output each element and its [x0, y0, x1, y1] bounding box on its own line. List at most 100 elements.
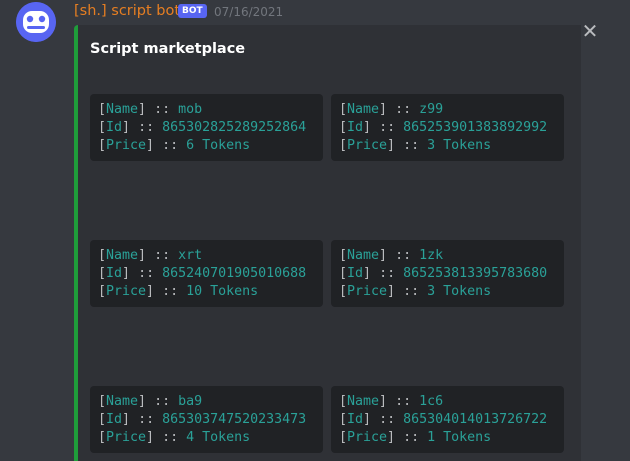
bracket-close: ] — [363, 412, 372, 427]
field-separator: :: — [138, 412, 155, 427]
item-price: 3 Tokens — [427, 284, 492, 299]
item-id: 865303747520233473 — [162, 412, 307, 427]
bracket-open: [ — [98, 138, 107, 153]
item-name: 1c6 — [419, 394, 444, 409]
item-field-price: [Price] :: 1 Tokens — [339, 429, 556, 447]
item-field-price: [Price] :: 3 Tokens — [339, 283, 556, 301]
field-separator: :: — [395, 248, 412, 263]
bracket-close: ] — [379, 248, 388, 263]
script-item-card[interactable]: [Name] :: z99 [Id] :: 865253901383892992[… — [331, 94, 564, 161]
item-price: 4 Tokens — [186, 430, 251, 445]
item-name: 1zk — [419, 248, 444, 263]
bracket-close: ] — [387, 430, 396, 445]
field-separator: :: — [379, 266, 396, 281]
item-id: 865253813395783680 — [403, 266, 548, 281]
field-separator: :: — [138, 266, 155, 281]
field-separator: :: — [154, 102, 171, 117]
field-label: Id — [347, 120, 364, 135]
item-field-price: [Price] :: 3 Tokens — [339, 137, 556, 155]
bracket-open: [ — [339, 284, 348, 299]
bracket-open: [ — [98, 284, 107, 299]
item-price: 10 Tokens — [186, 284, 259, 299]
bracket-close: ] — [387, 284, 396, 299]
bracket-close: ] — [122, 266, 131, 281]
bot-badge: BOT — [178, 4, 207, 18]
bracket-close: ] — [146, 138, 155, 153]
field-label: Price — [347, 138, 388, 153]
field-label: Price — [347, 284, 388, 299]
item-field-id: [Id] :: 865240701905010688 — [98, 265, 315, 283]
item-field-name: [Name] :: ba9 — [98, 393, 315, 411]
item-field-name: [Name] :: 1c6 — [339, 393, 556, 411]
message-author[interactable]: [sh.] script bot — [74, 3, 180, 19]
field-label: Name — [106, 248, 139, 263]
field-label: Id — [106, 120, 123, 135]
bracket-close: ] — [379, 102, 388, 117]
bracket-close: ] — [146, 430, 155, 445]
bracket-open: [ — [339, 102, 348, 117]
bracket-close: ] — [379, 394, 388, 409]
script-item-card[interactable]: [Name] :: 1zk [Id] :: 865253813395783680[… — [331, 240, 564, 307]
field-label: Name — [106, 102, 139, 117]
item-field-price: [Price] :: 6 Tokens — [98, 137, 315, 155]
item-field-name: [Name] :: xrt — [98, 247, 315, 265]
item-field-name: [Name] :: z99 — [339, 101, 556, 119]
bracket-close: ] — [387, 138, 396, 153]
bracket-close: ] — [138, 102, 147, 117]
bracket-open: [ — [98, 430, 107, 445]
field-separator: :: — [379, 120, 396, 135]
item-name: ba9 — [178, 394, 203, 409]
bracket-open: [ — [98, 102, 107, 117]
field-separator: :: — [379, 412, 396, 427]
item-field-id: [Id] :: 865253901383892992 — [339, 119, 556, 137]
field-separator: :: — [403, 138, 420, 153]
bracket-open: [ — [339, 120, 348, 135]
item-field-price: [Price] :: 10 Tokens — [98, 283, 315, 301]
message-timestamp: 07/16/2021 — [214, 5, 284, 19]
item-field-price: [Price] :: 4 Tokens — [98, 429, 315, 447]
field-label: Price — [106, 430, 147, 445]
field-label: Id — [106, 412, 123, 427]
field-label: Price — [106, 138, 147, 153]
field-separator: :: — [162, 430, 179, 445]
bracket-close: ] — [363, 266, 372, 281]
close-icon[interactable]: ✕ — [581, 21, 599, 41]
script-item-card[interactable]: [Name] :: mob [Id] :: 865302825289252864[… — [90, 94, 323, 161]
item-field-id: [Id] :: 865302825289252864 — [98, 119, 315, 137]
item-field-name: [Name] :: 1zk — [339, 247, 556, 265]
field-label: Price — [347, 430, 388, 445]
field-label: Id — [347, 412, 364, 427]
bracket-close: ] — [122, 120, 131, 135]
bracket-open: [ — [98, 394, 107, 409]
field-separator: :: — [162, 138, 179, 153]
item-price: 1 Tokens — [427, 430, 492, 445]
bracket-open: [ — [98, 120, 107, 135]
item-id: 865253901383892992 — [403, 120, 548, 135]
bracket-open: [ — [98, 412, 107, 427]
item-name: mob — [178, 102, 203, 117]
script-item-card[interactable]: [Name] :: xrt [Id] :: 865240701905010688[… — [90, 240, 323, 307]
item-field-id: [Id] :: 865304014013726722 — [339, 411, 556, 429]
item-field-id: [Id] :: 865253813395783680 — [339, 265, 556, 283]
field-label: Name — [347, 102, 380, 117]
robot-face-icon — [16, 2, 56, 42]
script-item-card[interactable]: [Name] :: ba9 [Id] :: 865303747520233473[… — [90, 386, 323, 453]
field-separator: :: — [403, 284, 420, 299]
field-separator: :: — [154, 248, 171, 263]
bracket-open: [ — [98, 248, 107, 263]
item-field-name: [Name] :: mob — [98, 101, 315, 119]
embed: Script marketplace [Name] :: mob [Id] :: … — [74, 25, 581, 461]
bot-avatar[interactable] — [16, 2, 56, 42]
field-separator: :: — [395, 102, 412, 117]
bracket-open: [ — [339, 138, 348, 153]
bracket-open: [ — [98, 266, 107, 281]
item-field-id: [Id] :: 865303747520233473 — [98, 411, 315, 429]
bracket-close: ] — [138, 248, 147, 263]
item-id: 865240701905010688 — [162, 266, 307, 281]
script-item-card[interactable]: [Name] :: 1c6 [Id] :: 865304014013726722[… — [331, 386, 564, 453]
bracket-open: [ — [339, 248, 348, 263]
item-price: 6 Tokens — [186, 138, 251, 153]
bracket-close: ] — [363, 120, 372, 135]
item-name: z99 — [419, 102, 444, 117]
field-label: Id — [347, 266, 364, 281]
